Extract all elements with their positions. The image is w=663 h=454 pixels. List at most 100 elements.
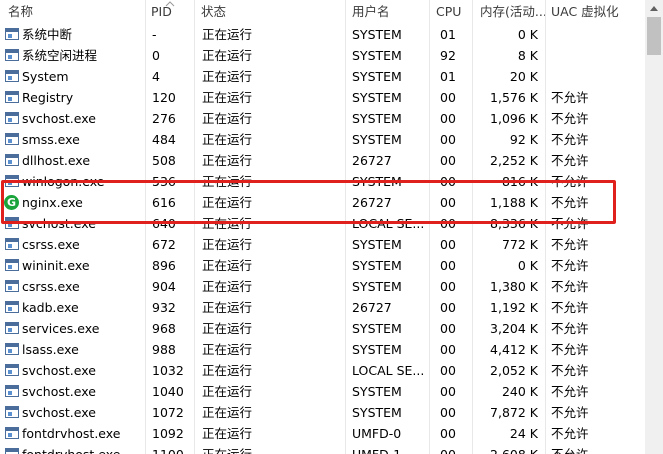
process-row[interactable]: 系统空闲进程 0 正在运行 SYSTEM 92 8 K [0,45,645,66]
cell-name: Registry [22,90,74,105]
window-icon [5,322,19,334]
cell-name: 系统中断 [22,27,73,42]
cell-status: 正在运行 [202,69,253,84]
cell-uac: 不允许 [551,174,589,189]
cell-memory: 2,608 K [474,444,538,454]
cell-name: fontdrvhost.exe [22,426,121,441]
column-header-uac[interactable]: UAC 虚拟化 [551,0,619,24]
cell-name: winlogon.exe [22,174,105,189]
process-row[interactable]: svchost.exe 1040 正在运行 SYSTEM 00 240 K 不允许 [0,381,645,402]
process-row[interactable]: svchost.exe 1032 正在运行 LOCAL SE... 00 2,052 K 不… [0,360,645,381]
process-row[interactable]: lsass.exe 988 正在运行 SYSTEM 00 4,412 K 不允许 [0,339,645,360]
cell-uac [551,66,641,87]
column-header-status[interactable]: 状态 [201,0,226,24]
cell-memory: 24 K [509,426,538,441]
cell-pid: 4 [152,69,160,84]
cell-status: 正在运行 [202,153,253,168]
process-row[interactable]: winlogon.exe 536 正在运行 SYSTEM 00 816 K 不允许 [0,171,645,192]
cell-pid: 1072 [152,405,184,420]
window-icon [5,406,19,418]
cell-pid: 508 [152,153,176,168]
column-header-name[interactable]: 名称 [8,0,33,24]
cell-cpu: 00 [440,174,456,189]
cell-uac: 不允许 [551,195,589,210]
cell-cpu: 00 [440,90,456,105]
process-row[interactable]: smss.exe 484 正在运行 SYSTEM 00 92 K 不允许 [0,129,645,150]
scrollbar-thumb[interactable] [647,17,661,55]
cell-uac: 不允许 [551,132,589,147]
process-row[interactable]: svchost.exe 1072 正在运行 SYSTEM 00 7,872 K 不允许 [0,402,645,423]
process-row[interactable]: svchost.exe 276 正在运行 SYSTEM 00 1,096 K 不允许 [0,108,645,129]
cell-name: dllhost.exe [22,153,91,168]
cell-status: 正在运行 [202,48,253,63]
cell-status: 正在运行 [202,342,253,357]
process-row[interactable]: wininit.exe 896 正在运行 SYSTEM 00 0 K 不允许 [0,255,645,276]
scroll-up-arrow-icon[interactable] [645,0,663,17]
process-row[interactable]: 系统中断 - 正在运行 SYSTEM 01 0 K [0,24,645,45]
cell-memory: 772 K [501,237,538,252]
cell-uac: 不允许 [551,321,589,336]
process-row[interactable]: System 4 正在运行 SYSTEM 01 20 K [0,66,645,87]
window-icon [5,175,19,187]
cell-status: 正在运行 [202,195,253,210]
vertical-scrollbar[interactable] [645,0,663,454]
cell-memory: 1,192 K [490,300,538,315]
process-row[interactable]: csrss.exe 672 正在运行 SYSTEM 00 772 K 不允许 [0,234,645,255]
column-header-memory[interactable]: 内存(活动... [480,0,547,24]
column-header-username[interactable]: 用户名 [352,0,390,24]
cell-status: 正在运行 [202,90,253,105]
cell-user: SYSTEM [352,69,402,84]
window-icon [5,28,19,40]
cell-cpu: 00 [440,258,456,273]
cell-name: System [22,69,69,84]
process-row[interactable]: fontdrvhost.exe 1092 正在运行 UMFD-0 00 24 K 不允许 [0,423,645,444]
cell-pid: 484 [152,132,176,147]
cell-name: services.exe [22,321,100,336]
cell-cpu: 92 [440,48,456,63]
window-icon [5,448,19,454]
cell-cpu: 01 [440,27,456,42]
cell-status: 正在运行 [202,444,342,454]
process-row[interactable]: services.exe 968 正在运行 SYSTEM 00 3,204 K 不允许 [0,318,645,339]
cell-pid: 896 [152,258,176,273]
process-row[interactable]: csrss.exe 904 正在运行 SYSTEM 00 1,380 K 不允许 [0,276,645,297]
cell-pid: 1040 [152,384,184,399]
process-row[interactable]: svchost.exe 640 正在运行 LOCAL SE... 00 8,336 K 不允… [0,213,645,234]
cell-uac: 不允许 [551,405,589,420]
cell-pid: 1092 [152,426,184,441]
window-icon [5,343,19,355]
cell-cpu: 00 [440,321,456,336]
cell-cpu: 00 [440,237,456,252]
process-row[interactable]: kadb.exe 932 正在运行 26727 00 1,192 K 不允许 [0,297,645,318]
cell-memory: 1,380 K [490,279,538,294]
cell-memory: 8,336 K [490,216,538,231]
cell-user: SYSTEM [352,258,402,273]
cell-name: lsass.exe [22,342,79,357]
process-row[interactable]: fontdrvhost.exe 1100 正在运行 UMFD-1 00 2,608 K 不允… [0,444,645,454]
window-icon [5,259,19,271]
cell-uac: 不允许 [551,426,589,441]
window-icon [5,112,19,124]
cell-uac: 不允许 [551,258,589,273]
cell-user: SYSTEM [352,132,402,147]
cell-pid: 0 [152,48,160,63]
cell-uac: 不允许 [551,279,589,294]
cell-user: SYSTEM [352,90,402,105]
process-row[interactable]: Gnginx.exe 616 正在运行 26727 00 1,188 K 不允许 [0,192,645,213]
cell-name: wininit.exe [22,258,90,273]
cell-cpu: 00 [440,363,456,378]
process-row[interactable]: Registry 120 正在运行 SYSTEM 00 1,576 K 不允许 [0,87,645,108]
cell-user: 26727 [352,300,392,315]
window-icon [5,70,19,82]
cell-pid: 616 [152,195,176,210]
cell-cpu: 00 [440,111,456,126]
cell-memory: 1,576 K [490,90,538,105]
cell-name: csrss.exe [22,237,80,252]
process-row[interactable]: dllhost.exe 508 正在运行 26727 00 2,252 K 不允许 [0,150,645,171]
cell-user: SYSTEM [352,321,402,336]
column-header-cpu[interactable]: CPU [436,0,461,24]
cell-status: 正在运行 [202,216,253,231]
cell-status: 正在运行 [202,258,253,273]
cell-name: smss.exe [22,132,80,147]
cell-memory: 2,052 K [490,363,538,378]
